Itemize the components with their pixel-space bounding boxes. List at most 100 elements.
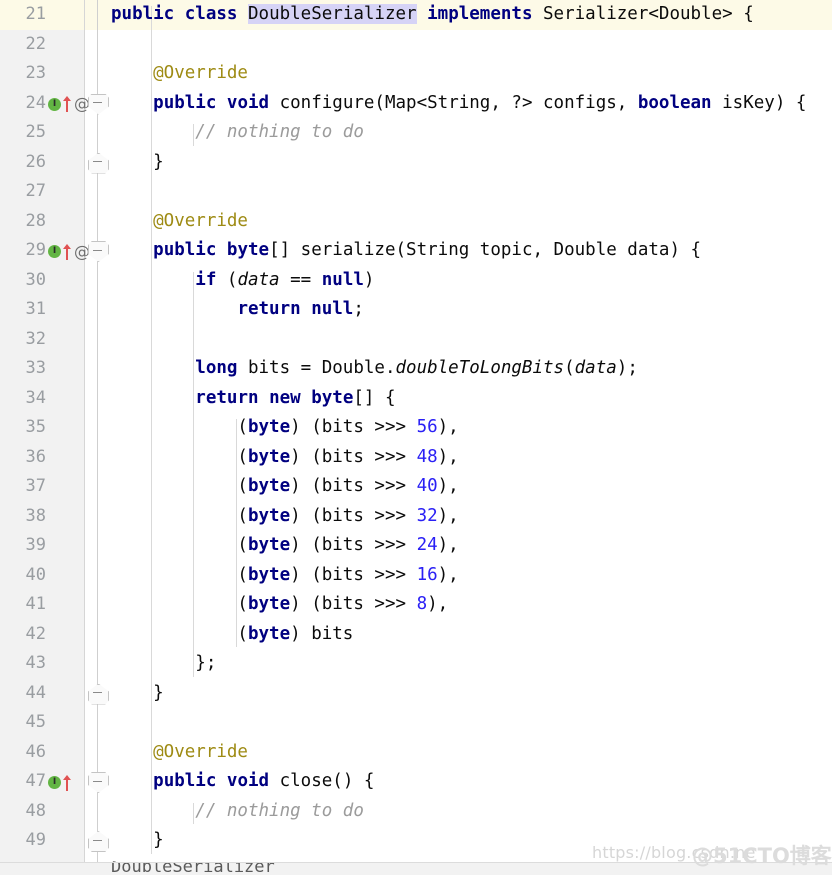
run-icon[interactable] (48, 97, 61, 111)
line-number[interactable]: 34 (0, 384, 46, 414)
code-editor[interactable]: 21222324@2526272829@30313233343536373839… (0, 0, 832, 875)
code-line[interactable]: @Override (111, 207, 832, 237)
code-line[interactable]: long bits = Double.doubleToLongBits(data… (111, 354, 832, 384)
editor-gutter[interactable]: 21222324@2526272829@30313233343536373839… (0, 0, 90, 875)
code-line[interactable]: return null; (111, 295, 832, 325)
override-arrow-icon[interactable] (62, 243, 71, 260)
token-kw: byte (247, 446, 291, 467)
line-number[interactable]: 43 (0, 649, 46, 679)
override-arrow-icon[interactable] (62, 774, 71, 791)
token-num: 40 (416, 476, 438, 496)
token-plain: Serializer<Double> { (532, 4, 754, 24)
code-text-area[interactable]: public class DoubleSerializer implements… (111, 0, 832, 875)
code-line[interactable]: (byte) (bits >>> 56), (111, 413, 832, 443)
line-number[interactable]: 23 (0, 59, 46, 89)
token-kw: void (226, 771, 270, 791)
gutter-icons[interactable]: @ (48, 236, 90, 266)
line-number[interactable]: 48 (0, 797, 46, 827)
code-line[interactable]: @Override (111, 738, 832, 768)
code-line[interactable]: } (111, 826, 832, 856)
line-number[interactable]: 32 (0, 325, 46, 355)
token-kw: byte (247, 505, 291, 526)
line-number[interactable]: 27 (0, 177, 46, 207)
code-line[interactable]: // nothing to do (111, 797, 832, 827)
code-line[interactable]: public byte[] serialize(String topic, Do… (111, 236, 832, 266)
line-number[interactable]: 35 (0, 413, 46, 443)
line-number[interactable]: 38 (0, 502, 46, 532)
line-number[interactable]: 30 (0, 266, 46, 296)
token-plain: ( (111, 417, 248, 437)
line-number[interactable]: 37 (0, 472, 46, 502)
fold-marker-up[interactable] (88, 683, 109, 705)
code-line[interactable]: }; (111, 649, 832, 679)
token-kw: byte (247, 623, 291, 644)
line-number[interactable]: 31 (0, 295, 46, 325)
token-plain: ) (bits >>> (290, 505, 417, 526)
breadcrumb-bar[interactable]: DoubleSerializer (0, 862, 832, 875)
fold-marker-down[interactable] (88, 93, 109, 115)
line-number[interactable]: 45 (0, 708, 46, 738)
gutter-icons[interactable] (48, 767, 74, 797)
token-kw: byte (247, 535, 291, 555)
gutter-icons[interactable]: @ (48, 89, 90, 119)
token-num: 32 (416, 505, 438, 526)
line-number[interactable]: 44 (0, 679, 46, 709)
token-kw: boolean (637, 92, 712, 113)
code-line[interactable]: (byte) bits (111, 620, 832, 650)
line-number[interactable]: 28 (0, 207, 46, 237)
token-kw: null (321, 269, 364, 290)
line-number[interactable]: 40 (0, 561, 46, 591)
token-kw: byte (226, 240, 270, 260)
fold-marker-up[interactable] (88, 831, 109, 852)
token-ann: @Override (111, 63, 248, 83)
code-line[interactable]: public class DoubleSerializer implements… (111, 0, 832, 30)
line-number[interactable]: 41 (0, 590, 46, 620)
line-number[interactable]: 49 (0, 826, 46, 856)
code-line[interactable] (111, 177, 832, 207)
line-number[interactable]: 29 (0, 236, 46, 266)
code-line[interactable]: public void configure(Map<String, ?> con… (111, 89, 832, 119)
run-icon[interactable] (48, 775, 61, 789)
code-line[interactable]: (byte) (bits >>> 48), (111, 443, 832, 473)
token-plain: ( (111, 476, 248, 496)
token-kw: public (153, 771, 217, 791)
code-line[interactable]: } (111, 148, 832, 178)
line-number[interactable]: 47 (0, 767, 46, 797)
line-number[interactable]: 26 (0, 148, 46, 178)
line-number[interactable]: 46 (0, 738, 46, 768)
code-folding-column[interactable] (85, 0, 111, 875)
line-number[interactable]: 39 (0, 531, 46, 561)
fold-marker-up[interactable] (88, 152, 109, 174)
code-line[interactable]: @Override (111, 59, 832, 89)
code-line[interactable]: (byte) (bits >>> 40), (111, 472, 832, 502)
fold-marker-down[interactable] (88, 772, 109, 793)
line-number[interactable]: 33 (0, 354, 46, 384)
token-kw: byte (247, 594, 291, 614)
line-number[interactable]: 24 (0, 89, 46, 119)
code-line[interactable]: if (data == null) (111, 266, 832, 296)
line-number[interactable]: 42 (0, 620, 46, 650)
code-line[interactable]: (byte) (bits >>> 32), (111, 502, 832, 532)
code-line[interactable] (111, 708, 832, 738)
override-arrow-icon[interactable] (62, 96, 71, 112)
fold-marker-down[interactable] (88, 241, 109, 262)
code-line[interactable]: (byte) (bits >>> 16), (111, 561, 832, 591)
run-icon[interactable] (48, 244, 61, 258)
code-line[interactable]: } (111, 679, 832, 709)
token-plain: ) (bits >>> (290, 594, 417, 614)
code-line[interactable]: public void close() { (111, 767, 832, 797)
token-plain: ), (427, 594, 449, 614)
line-number[interactable]: 21 (0, 0, 46, 30)
line-number[interactable]: 22 (0, 30, 46, 60)
code-line[interactable]: (byte) (bits >>> 24), (111, 531, 832, 561)
code-line[interactable]: return new byte[] { (111, 384, 832, 414)
line-number[interactable]: 36 (0, 443, 46, 473)
code-line[interactable]: (byte) (bits >>> 8), (111, 590, 832, 620)
code-line[interactable] (111, 30, 832, 60)
token-plain: ( (111, 446, 248, 467)
token-kw: return (195, 387, 259, 408)
token-num: 48 (416, 446, 438, 467)
code-line[interactable] (111, 325, 832, 355)
line-number[interactable]: 25 (0, 118, 46, 148)
code-line[interactable]: // nothing to do (111, 118, 832, 148)
